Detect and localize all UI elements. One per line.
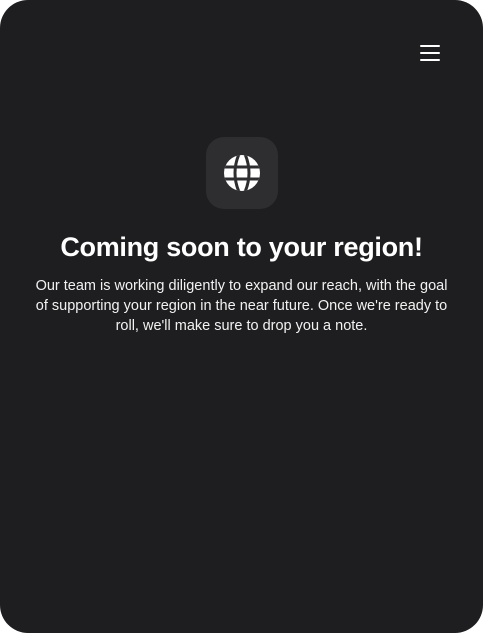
hamburger-menu-icon-bar <box>420 52 440 54</box>
notice-message: Our team is working diligently to expand… <box>35 278 448 334</box>
hamburger-menu-icon-bar <box>420 45 440 47</box>
menu-button[interactable] <box>412 38 448 68</box>
page-title: Coming soon to your region! <box>60 232 423 262</box>
region-unavailable-screen: Coming soon to your region! Our team is … <box>0 0 483 633</box>
globe-icon-tile <box>206 137 278 209</box>
hamburger-menu-icon-bar <box>420 59 440 61</box>
globe-icon <box>224 155 260 191</box>
